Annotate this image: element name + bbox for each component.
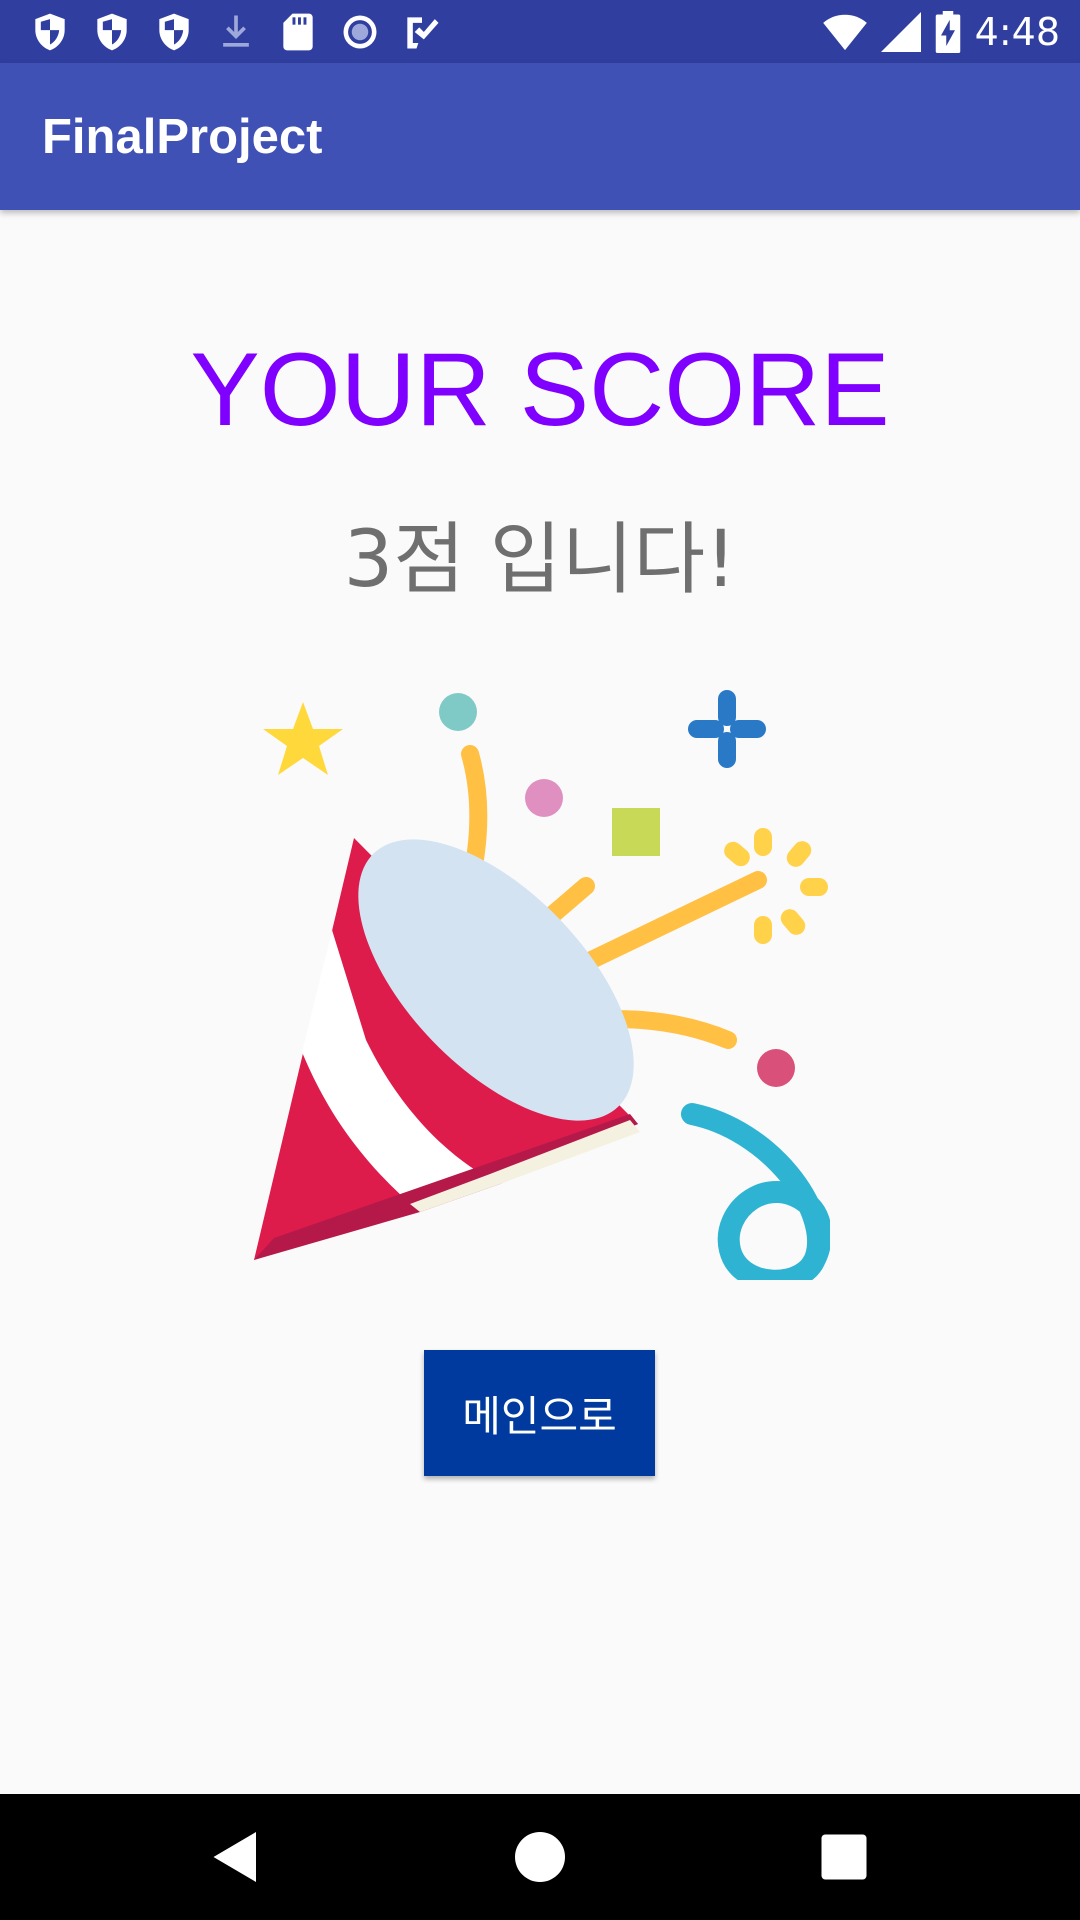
confetti-dot-pink: [525, 779, 563, 817]
record-icon: [343, 15, 377, 49]
score-message: 3점 입니다!: [343, 515, 737, 605]
confetti-dot-teal: [439, 693, 477, 731]
back-icon[interactable]: [206, 1827, 266, 1887]
score-heading: YOUR SCORE: [190, 332, 890, 448]
battery-charging-icon: [935, 11, 960, 53]
home-icon[interactable]: [510, 1827, 570, 1887]
download-icon: [223, 15, 249, 47]
shield-icon: [35, 13, 65, 51]
streamer-curl: [681, 1103, 830, 1280]
app-title: FinalProject: [42, 110, 323, 164]
sd-card-icon: [283, 13, 313, 51]
task-check-icon: [407, 17, 439, 49]
navigation-bar: [0, 1794, 1080, 1920]
confetti-square: [612, 808, 660, 856]
shield-icon: [159, 13, 189, 51]
go-to-main-button[interactable]: 메인으로: [424, 1350, 655, 1476]
app-bar: FinalProject: [0, 63, 1080, 210]
wifi-icon: [822, 14, 867, 51]
party-cone: [254, 838, 640, 1260]
recents-icon[interactable]: [814, 1827, 874, 1887]
clock: 4:48: [974, 10, 1060, 54]
system-status: 4:48: [822, 8, 1060, 56]
cell-signal-icon: [880, 12, 921, 52]
party-popper-icon: [254, 690, 830, 1280]
shield-icon: [97, 13, 127, 51]
status-bar: 4:48: [0, 0, 1080, 63]
confetti-plus: [688, 690, 766, 768]
confetti-dot-red: [757, 1049, 795, 1087]
notification-icons: [28, 10, 444, 54]
confetti-star: [263, 702, 343, 775]
